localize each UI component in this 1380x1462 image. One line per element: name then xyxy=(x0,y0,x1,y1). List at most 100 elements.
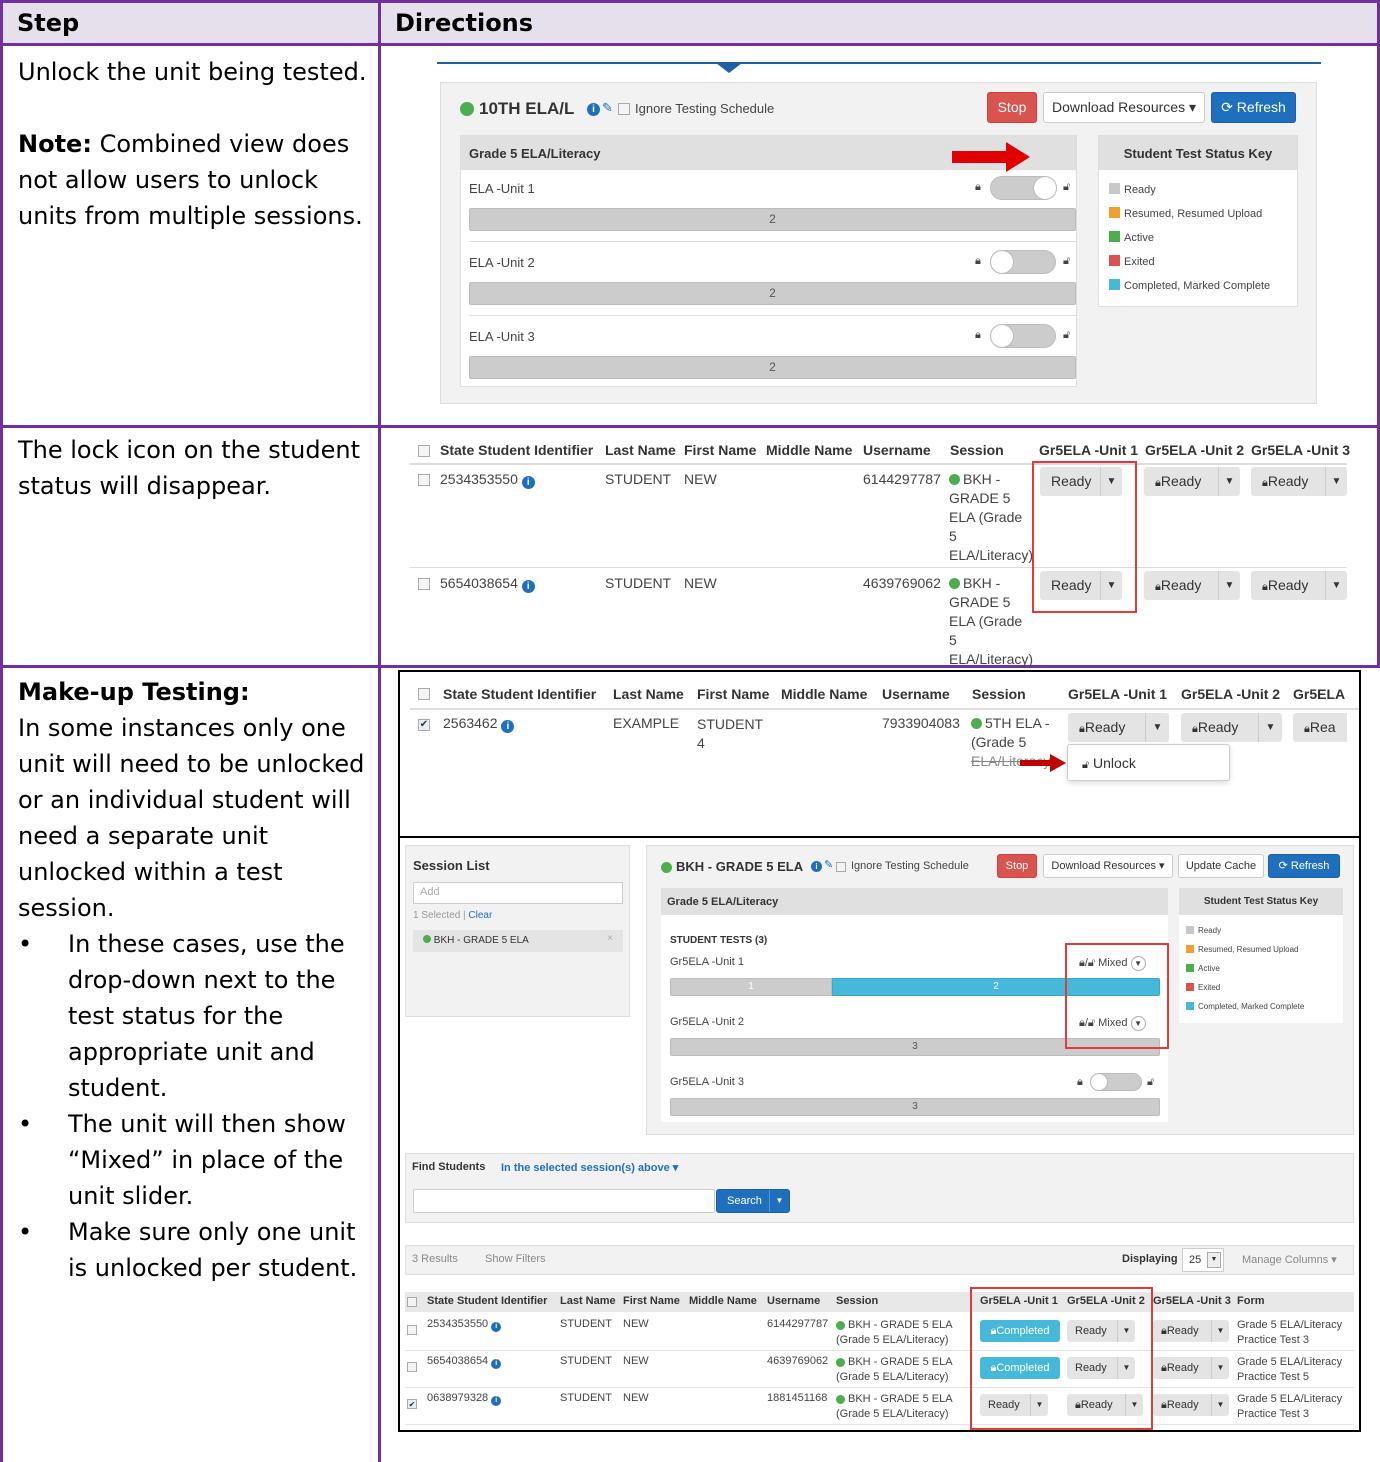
select-all-checkbox[interactable] xyxy=(407,1297,417,1307)
col-middle: Middle Name xyxy=(689,1295,757,1307)
refresh-icon: ⟳ xyxy=(1221,99,1233,115)
info-icon[interactable]: i xyxy=(587,103,600,116)
slider-knob[interactable] xyxy=(990,250,1014,274)
caret-down-icon[interactable]: ▼ xyxy=(769,1190,789,1212)
close-icon[interactable]: × xyxy=(607,933,613,944)
unit1-ready-dropdown[interactable]: 🔒︎Ready ▼ xyxy=(1068,713,1169,742)
last-name: STUDENT xyxy=(560,1392,612,1404)
update-cache-button[interactable]: Update Cache xyxy=(1178,854,1264,878)
caret-down-icon[interactable]: ▼ xyxy=(1218,467,1240,496)
unit-1-slider[interactable] xyxy=(990,176,1057,200)
bullet-item: Make sure only one unit is unlocked per … xyxy=(18,1214,368,1286)
col-last: Last Name xyxy=(605,442,676,458)
unit-1-bar: 2 xyxy=(469,208,1076,231)
caret-down-icon[interactable]: ▼ xyxy=(1325,467,1347,496)
select-all-checkbox[interactable] xyxy=(418,688,430,700)
caret-down-icon[interactable]: ▼ xyxy=(1211,1320,1229,1342)
test-name-header: Grade 5 ELA/Literacy xyxy=(661,888,1168,915)
caret-down-icon[interactable]: ▼ xyxy=(1258,713,1282,742)
stop-button[interactable]: Stop xyxy=(987,92,1037,123)
unit3-ready-dropdown[interactable]: 🔒︎Ready ▼ xyxy=(1251,571,1347,600)
unit3-ready-dropdown[interactable]: 🔒︎Rea xyxy=(1293,713,1347,742)
clear-link[interactable]: Clear xyxy=(468,910,492,921)
unit2-ready-dropdown[interactable]: 🔒︎Ready ▼ xyxy=(1181,713,1282,742)
row-checkbox[interactable]: ✔ xyxy=(407,1399,417,1409)
unit-3-slider[interactable] xyxy=(1090,1073,1142,1091)
caret-down-icon[interactable]: ▼ xyxy=(1145,713,1169,742)
unit3-status-dropdown[interactable]: 🔒︎Ready ▼ xyxy=(1153,1357,1229,1379)
last-name: STUDENT xyxy=(605,471,672,487)
unit2-ready-dropdown[interactable]: 🔒︎Ready ▼ xyxy=(1144,467,1240,496)
col-ssid: State Student Identifier xyxy=(427,1295,548,1307)
caret-down-icon[interactable]: ▼ xyxy=(1325,571,1347,600)
note-label: Note: xyxy=(18,130,92,158)
col-session: Session xyxy=(836,1295,879,1307)
col-unit3: Gr5ELA -Unit 3 xyxy=(1153,1295,1231,1307)
session-cell: BKH - GRADE 5 ELA (Grade 5 ELA/Literacy) xyxy=(836,1393,953,1420)
tab-underline xyxy=(437,62,1321,64)
unit2-ready-dropdown[interactable]: 🔒︎Ready ▼ xyxy=(1144,571,1240,600)
download-resources-button[interactable]: Download Resources ▾ xyxy=(1043,854,1173,878)
row-checkbox[interactable] xyxy=(407,1362,417,1372)
info-icon[interactable]: i xyxy=(501,720,515,733)
status-key: Student Test Status Key Ready Resumed, R… xyxy=(1179,888,1343,1023)
search-button[interactable]: Search ▼ xyxy=(716,1189,790,1213)
unit-2-bar: 2 xyxy=(469,282,1076,305)
info-icon[interactable]: i xyxy=(491,1322,502,1332)
unit-2-slider[interactable] xyxy=(990,250,1056,274)
slider-knob[interactable] xyxy=(1090,1073,1108,1091)
username: 7933904083 xyxy=(882,715,960,731)
tab-pointer-icon xyxy=(716,63,742,73)
lock-icon: 🔒︎ xyxy=(975,255,981,267)
info-icon[interactable]: i xyxy=(521,580,535,593)
unit-1-name: Gr5ELA -Unit 1 xyxy=(670,956,744,968)
col-form: Form xyxy=(1237,1295,1265,1307)
caret-down-icon[interactable]: ▼ xyxy=(1207,1252,1221,1268)
row-checkbox[interactable] xyxy=(407,1325,417,1335)
refresh-button[interactable]: ⟳ Refresh xyxy=(1268,854,1340,878)
manage-columns-dropdown[interactable]: Manage Columns ▾ xyxy=(1242,1253,1337,1266)
per-page-select[interactable]: 25 ▼ xyxy=(1182,1248,1224,1272)
caret-down-icon[interactable]: ▼ xyxy=(1211,1394,1229,1416)
first-name: NEW xyxy=(623,1355,649,1367)
find-scope-dropdown[interactable]: In the selected session(s) above ▾ xyxy=(501,1161,678,1174)
row-checkbox[interactable] xyxy=(418,578,430,590)
col-unit2: Gr5ELA -Unit 2 xyxy=(1145,442,1245,458)
refresh-button[interactable]: ⟳ Refresh xyxy=(1211,92,1296,123)
info-icon[interactable]: i xyxy=(811,861,822,872)
key-active: Active xyxy=(1186,959,1336,978)
col-username: Username xyxy=(767,1295,821,1307)
session-title: BKH - GRADE 5 ELA xyxy=(676,859,804,874)
stop-button[interactable]: Stop xyxy=(997,854,1037,878)
slider-knob[interactable] xyxy=(1033,176,1057,200)
unit3-ready-dropdown[interactable]: 🔒︎Ready ▼ xyxy=(1251,467,1347,496)
select-all-checkbox[interactable] xyxy=(418,445,430,457)
edit-pencil-icon[interactable]: ✎ xyxy=(824,858,833,871)
info-icon[interactable]: i xyxy=(491,1396,502,1406)
caret-down-icon[interactable]: ▼ xyxy=(1218,571,1240,600)
divider xyxy=(469,315,1076,316)
find-students-input[interactable] xyxy=(413,1189,715,1213)
col-last: Last Name xyxy=(560,1295,616,1307)
unlock-menu-item[interactable]: 🔓︎ Unlock xyxy=(1067,744,1230,781)
results-bar: 3 Results Show Filters Displaying 25 ▼ Ma… xyxy=(405,1245,1354,1275)
key-ready: Ready xyxy=(1109,178,1287,202)
slider-knob[interactable] xyxy=(990,324,1014,348)
info-icon[interactable]: i xyxy=(491,1359,502,1369)
unit-2-name: ELA -Unit 2 xyxy=(469,255,535,270)
unit3-status-dropdown[interactable]: 🔒︎Ready ▼ xyxy=(1153,1320,1229,1342)
ignore-schedule-checkbox[interactable] xyxy=(836,862,846,872)
unit3-status-dropdown[interactable]: 🔒︎Ready ▼ xyxy=(1153,1394,1229,1416)
edit-pencil-icon[interactable]: ✎ xyxy=(602,100,613,116)
info-icon[interactable]: i xyxy=(521,476,535,489)
show-filters-link[interactable]: Show Filters xyxy=(485,1253,546,1265)
unit-3-slider[interactable] xyxy=(990,324,1056,348)
download-resources-button[interactable]: Download Resources ▾ xyxy=(1043,92,1205,123)
row-rule xyxy=(410,567,1347,568)
caret-down-icon[interactable]: ▼ xyxy=(1211,1357,1229,1379)
row-checkbox[interactable] xyxy=(418,474,430,486)
row-checkbox-checked[interactable]: ✔ xyxy=(418,719,430,731)
session-add-input[interactable]: Add xyxy=(413,882,623,904)
session-item[interactable]: BKH - GRADE 5 ELA × xyxy=(413,930,623,952)
ignore-schedule-checkbox[interactable] xyxy=(618,103,630,115)
